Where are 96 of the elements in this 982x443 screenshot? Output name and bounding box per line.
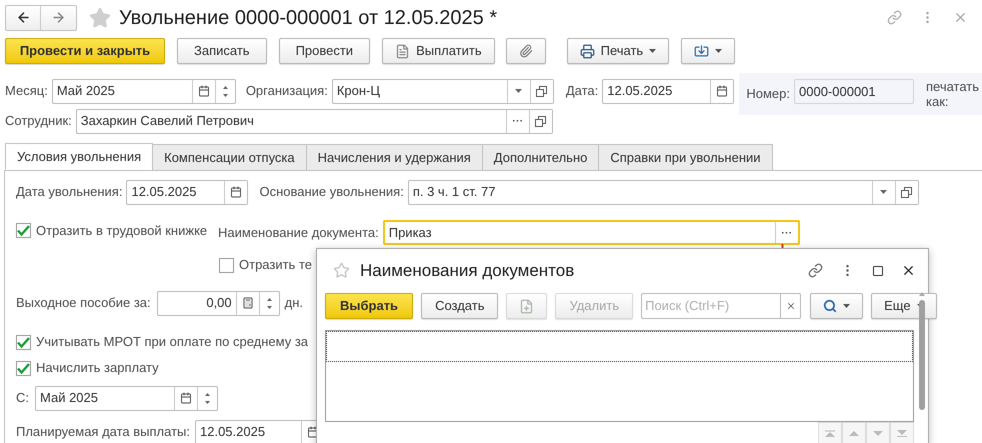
- calendar-button[interactable]: [224, 180, 248, 204]
- table-row[interactable]: [326, 331, 913, 362]
- more-button[interactable]: Еще: [871, 293, 937, 319]
- attach-button[interactable]: [506, 38, 546, 64]
- date-field[interactable]: 12.05.2025: [602, 78, 734, 104]
- down-icon: [897, 430, 907, 436]
- field-label: Дата:: [566, 83, 598, 98]
- open-button[interactable]: [528, 110, 552, 132]
- field-label: Дата увольнения:: [16, 183, 122, 202]
- caret-icon: [715, 49, 722, 53]
- checkbox[interactable]: [16, 223, 31, 238]
- checkbox-label: Отразить в трудовой книжке: [36, 222, 208, 240]
- calculator-icon: [242, 297, 254, 309]
- checkbox[interactable]: [16, 360, 31, 376]
- tab[interactable]: Начисления и удержания: [306, 144, 483, 171]
- field-label: Наименование документа:: [218, 224, 379, 242]
- tab[interactable]: Условия увольнения: [5, 143, 154, 170]
- organization-field[interactable]: Крон-Ц: [332, 78, 554, 104]
- field-label: Организация:: [246, 83, 328, 98]
- open-icon: [901, 186, 912, 198]
- calendar-icon: [230, 186, 242, 198]
- field-label: Номер:: [746, 85, 790, 103]
- back-icon: [16, 10, 30, 25]
- import-icon: [694, 44, 710, 58]
- maximize-icon[interactable]: [872, 264, 884, 276]
- checkmark-icon: [17, 336, 30, 348]
- import-button[interactable]: [681, 38, 736, 64]
- checkbox[interactable]: [16, 334, 31, 350]
- file-plus-icon: [519, 298, 534, 314]
- field-label: Планируемая дата выплаты:: [16, 423, 190, 442]
- printer-icon: [580, 44, 595, 58]
- forward-icon: [51, 10, 66, 25]
- up-icon: [825, 430, 835, 436]
- toolbar-button[interactable]: Провести: [278, 38, 370, 64]
- print-as-label: печатать как:: [926, 79, 980, 109]
- clear-button[interactable]: [780, 293, 802, 319]
- caret-icon: [649, 49, 656, 53]
- up-icon: [205, 392, 210, 396]
- clear-icon: [786, 301, 796, 311]
- checkbox-label: Учитывать МРОТ при оплате по среднему за: [36, 333, 308, 352]
- field-label: С:: [16, 389, 29, 408]
- field-label: Выходное пособие за:: [16, 294, 151, 312]
- tab[interactable]: Справки при увольнении: [598, 144, 773, 171]
- search-button[interactable]: [810, 293, 864, 319]
- tab[interactable]: Дополнительно: [482, 144, 600, 171]
- dialog-button[interactable]: Создать: [421, 293, 498, 319]
- field-label: Месяц:: [5, 82, 48, 100]
- checkbox-label: Начислить зарплату: [36, 359, 159, 378]
- caret-icon: [515, 89, 522, 93]
- up-icon: [919, 292, 925, 296]
- basis-field[interactable]: п. 3 ч. 1 ст. 77: [408, 180, 919, 204]
- down-icon: [205, 400, 210, 404]
- unit-label: дн.: [284, 294, 304, 312]
- employee-field[interactable]: Захаркин Савелий Петрович: [76, 108, 553, 134]
- checkmark-icon: [17, 362, 30, 374]
- field-label: Сотрудник:: [5, 112, 72, 130]
- post-and-close-button[interactable]: Провести и закрыть: [5, 38, 165, 64]
- close-icon[interactable]: [901, 263, 916, 278]
- down-icon: [873, 430, 883, 436]
- document-name-field[interactable]: Приказ: [382, 220, 800, 245]
- checkbox-label: Отразить те: [239, 256, 312, 274]
- open-button[interactable]: [530, 80, 553, 102]
- select-button[interactable]: Выбрать: [325, 293, 414, 319]
- open-icon: [535, 116, 546, 126]
- up-icon: [222, 86, 228, 88]
- calendar-icon: [198, 85, 210, 97]
- checkmark-icon: [17, 225, 30, 236]
- down-icon: [266, 306, 272, 308]
- calendar-button[interactable]: [710, 80, 734, 102]
- window-title: Увольнение 0000-000001 от 12.05.2025 *: [119, 6, 498, 30]
- severance-field[interactable]: 0,00: [156, 290, 280, 316]
- dialog-title: Наименования документов: [360, 260, 574, 282]
- calendar-icon: [180, 392, 192, 404]
- up-icon: [849, 430, 859, 436]
- print-button[interactable]: Печать: [566, 38, 670, 64]
- link-icon[interactable]: [808, 263, 823, 278]
- search-icon: [823, 299, 838, 313]
- search-field[interactable]: Поиск (Ctrl+F): [641, 293, 780, 319]
- calendar-icon: [716, 85, 728, 97]
- field-label: Основание увольнения:: [259, 184, 404, 199]
- paperclip-icon: [518, 44, 533, 58]
- caret-icon: [843, 304, 850, 308]
- from-month-field[interactable]: Май 2025: [35, 386, 218, 410]
- document-icon: [395, 44, 410, 58]
- number-field[interactable]: 0000-000001: [794, 79, 914, 104]
- toolbar-button[interactable]: Записать: [177, 38, 267, 64]
- pay-button[interactable]: Выплатить: [382, 38, 495, 64]
- down-icon: [222, 94, 228, 96]
- open-button[interactable]: [894, 180, 918, 204]
- up-icon: [266, 298, 272, 300]
- open-icon: [536, 86, 548, 96]
- dismissal-date-field[interactable]: 12.05.2025: [126, 180, 248, 204]
- tab[interactable]: Компенсации отпуска: [152, 144, 307, 171]
- month-field[interactable]: Май 2025: [52, 78, 236, 104]
- checkbox[interactable]: [219, 258, 234, 272]
- caret-icon: [880, 190, 888, 194]
